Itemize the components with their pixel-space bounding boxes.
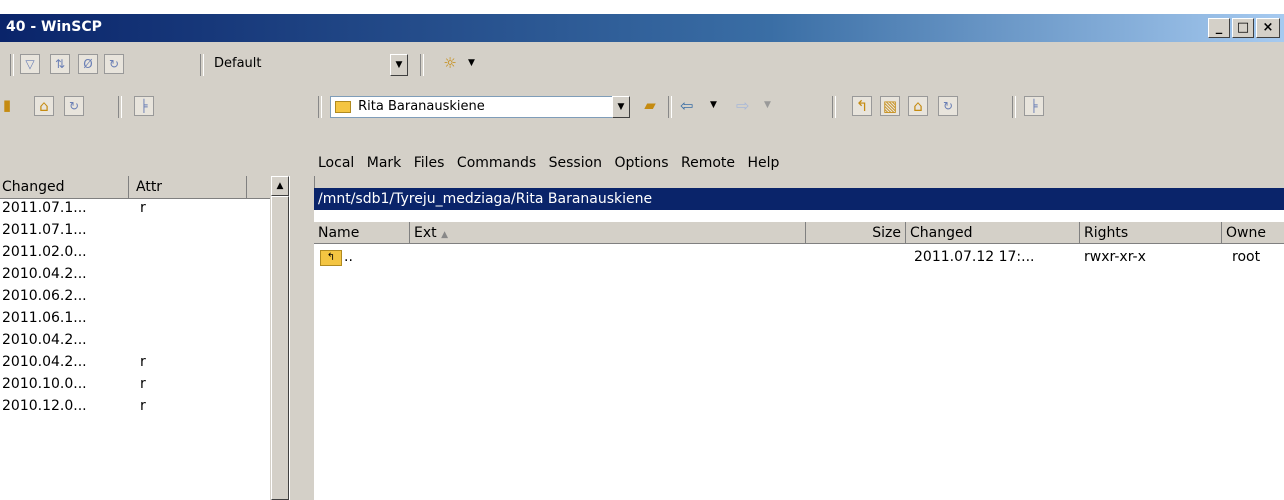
toolbar-separator	[200, 54, 204, 76]
remote-path-bar: /mnt/sdb1/Tyreju_medziaga/Rita Baranausk…	[314, 188, 1284, 210]
sync-icon[interactable]: ⇅	[50, 54, 70, 74]
menu-local[interactable]: Local	[318, 155, 354, 171]
folder-icon	[335, 100, 351, 113]
window-title: 40 - WinSCP	[6, 19, 102, 35]
tree-icon[interactable]: ╞	[1024, 96, 1044, 116]
column-header-changed[interactable]: Changed	[906, 222, 1080, 244]
file-row-name[interactable]: ..	[344, 246, 353, 268]
column-header-attr[interactable]: Attr	[136, 176, 247, 198]
column-header-size[interactable]: Size	[806, 222, 906, 244]
title-bar: 40 - WinSCP _ □ ×	[0, 14, 1284, 42]
home-icon[interactable]: ⌂	[908, 96, 928, 116]
refresh-icon[interactable]: ↻	[64, 96, 84, 116]
forward-icon[interactable]: ⇨	[736, 96, 749, 115]
table-row[interactable]: 2011.06.1...	[0, 310, 270, 332]
local-column-headers: Changed Attr	[0, 176, 270, 199]
panel-splitter[interactable]	[290, 176, 315, 500]
table-row[interactable]: 2010.10.0... r	[0, 376, 270, 398]
menu-help[interactable]: Help	[747, 155, 779, 171]
file-row-owner: root	[1232, 249, 1261, 265]
table-row[interactable]: 2011.07.1...	[0, 222, 270, 244]
toolbar-separator	[420, 54, 424, 76]
toolbar-separator	[118, 96, 122, 118]
chevron-down-icon[interactable]: ▼	[764, 100, 771, 110]
open-folder-icon[interactable]: ▰	[640, 96, 660, 116]
filter-icon[interactable]: ▽	[20, 54, 40, 74]
table-row[interactable]: 2010.04.2... r	[0, 354, 270, 376]
toolbar-separator	[668, 96, 672, 118]
chevron-down-icon[interactable]: ▼	[390, 54, 408, 76]
table-row[interactable]: 2010.06.2...	[0, 288, 270, 310]
back-icon[interactable]: ⇦	[680, 96, 693, 115]
menu-mark[interactable]: Mark	[367, 155, 402, 171]
menu-options[interactable]: Options	[615, 155, 669, 171]
column-header-rights[interactable]: Rights	[1080, 222, 1222, 244]
folder-icon[interactable]: ▮	[2, 96, 12, 116]
sort-ascending-icon: ▲	[441, 230, 448, 240]
root-directory-icon[interactable]: ▧	[880, 96, 900, 116]
table-row[interactable]: 2010.04.2...	[0, 332, 270, 354]
column-header-name[interactable]: Name	[314, 222, 410, 244]
toolbar-separator	[832, 96, 836, 118]
menu-files[interactable]: Files	[414, 155, 445, 171]
chevron-down-icon[interactable]: ▼	[612, 96, 630, 118]
tree-icon[interactable]: ╞	[134, 96, 154, 116]
scroll-thumb[interactable]	[271, 196, 289, 500]
transfer-settings-combo[interactable]: Default	[210, 54, 410, 76]
refresh-icon[interactable]: ↻	[104, 54, 124, 74]
toolbar-separator	[1012, 96, 1016, 118]
menu-commands[interactable]: Commands	[457, 155, 536, 171]
chevron-down-icon[interactable]: ▼	[710, 100, 717, 110]
toolbar-separator	[318, 96, 322, 118]
parent-directory-icon[interactable]: ↰	[852, 96, 872, 116]
transfer-settings-value: Default	[214, 56, 262, 71]
globe-icon[interactable]: ☼	[440, 54, 460, 74]
table-row[interactable]: 2011.02.0...	[0, 244, 270, 266]
maximize-button[interactable]: □	[1232, 18, 1254, 38]
table-row[interactable]: 2010.12.0... r	[0, 398, 270, 420]
file-row-rights: rwxr-xr-x	[1084, 249, 1146, 265]
local-vertical-scrollbar[interactable]: ▲	[270, 176, 289, 500]
home-icon[interactable]: ⌂	[34, 96, 54, 116]
remote-menu-bar: Local Mark Files Commands Session Option…	[318, 150, 787, 176]
minimize-button[interactable]: _	[1208, 18, 1230, 38]
menu-remote[interactable]: Remote	[681, 155, 735, 171]
scroll-up-arrow-icon[interactable]: ▲	[271, 176, 289, 196]
menu-session[interactable]: Session	[549, 155, 602, 171]
compare-icon[interactable]: Ø	[78, 54, 98, 74]
column-header-owner[interactable]: Owne	[1222, 222, 1284, 244]
refresh-icon[interactable]: ↻	[938, 96, 958, 116]
remote-directory-combo[interactable]: Rita Baranauskiene	[330, 96, 630, 118]
toolbar-separator	[10, 54, 14, 76]
parent-directory-icon: ↰	[320, 250, 342, 266]
close-button[interactable]: ×	[1256, 18, 1280, 38]
remote-directory-value: Rita Baranauskiene	[358, 99, 485, 114]
file-row-changed: 2011.07.12 17:...	[914, 249, 1035, 265]
table-row[interactable]: 2011.07.1... r	[0, 200, 270, 222]
chevron-down-icon[interactable]: ▼	[468, 58, 475, 68]
column-header-changed[interactable]: Changed	[2, 176, 129, 198]
table-row[interactable]: 2010.04.2...	[0, 266, 270, 288]
column-header-ext[interactable]: Ext ▲	[410, 222, 806, 244]
